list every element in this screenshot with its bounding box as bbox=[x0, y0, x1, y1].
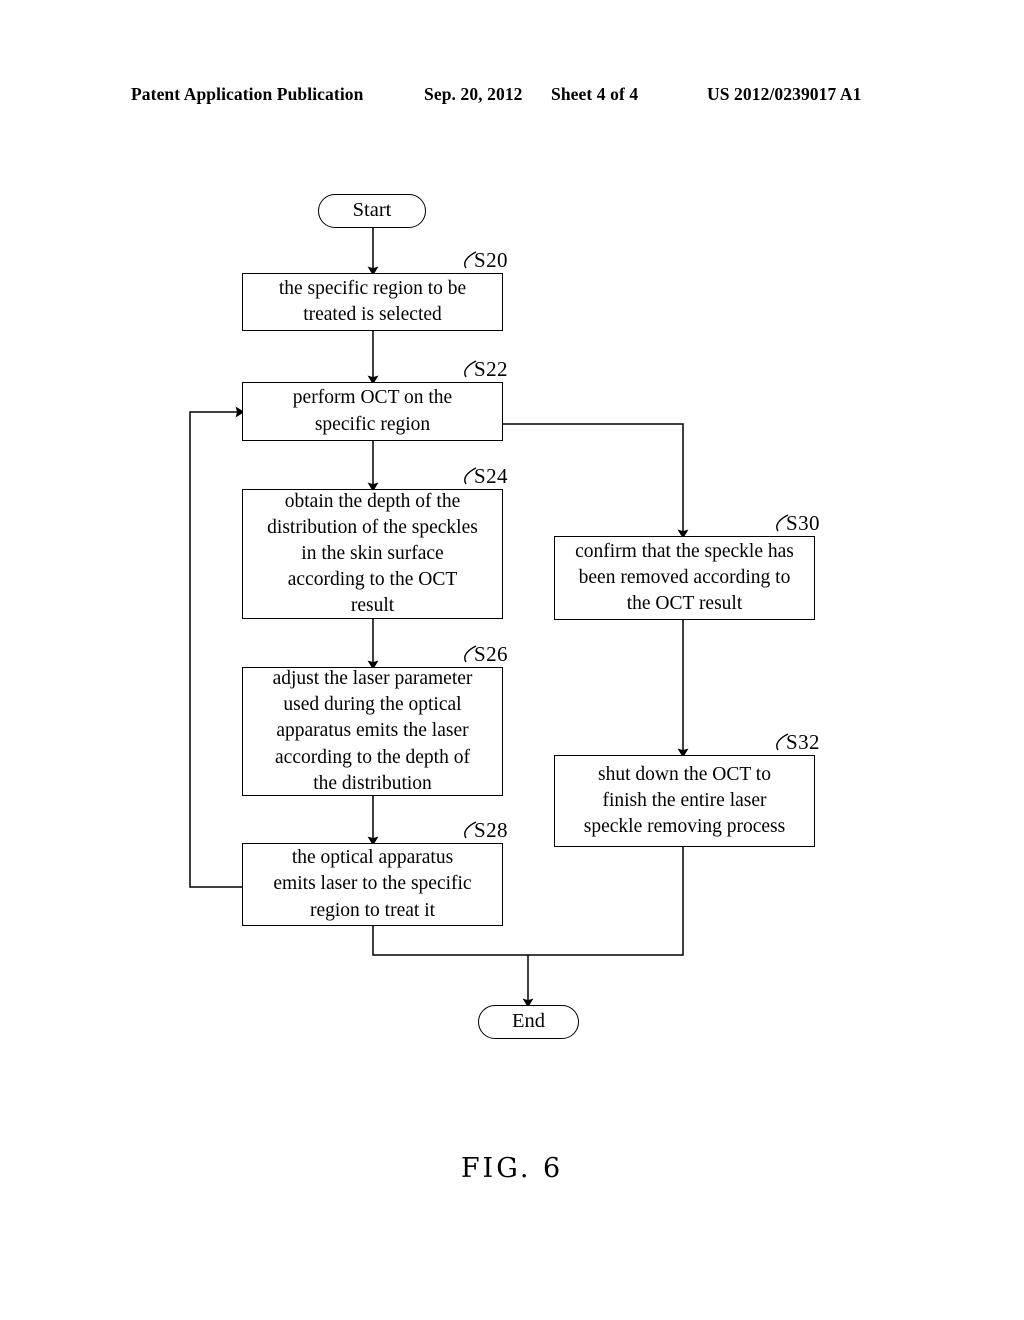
connector-s22-to-s30 bbox=[503, 423, 689, 539]
flow-node-s22[interactable]: perform OCT on the specific region bbox=[242, 382, 503, 441]
flow-node-s24-label: obtain the depth of the distribution of … bbox=[267, 490, 478, 617]
flow-node-start[interactable]: Start bbox=[318, 194, 426, 228]
flow-node-s32[interactable]: shut down the OCT to finish the entire l… bbox=[554, 755, 815, 847]
flow-node-end[interactable]: End bbox=[478, 1005, 579, 1039]
step-label-s30: S30 bbox=[786, 511, 820, 535]
step-label-s32: S32 bbox=[786, 730, 820, 754]
flow-node-s26-label: adjust the laser parameter used during t… bbox=[272, 668, 473, 794]
step-label-s26: S26 bbox=[474, 642, 508, 666]
flow-node-s28[interactable]: the optical apparatus emits laser to the… bbox=[242, 843, 503, 926]
step-label-s22: S22 bbox=[474, 357, 508, 381]
flow-node-s22-label: perform OCT on the specific region bbox=[292, 387, 453, 435]
flowchart-connectors bbox=[189, 228, 789, 1008]
flow-node-s20[interactable]: the specific region to be treated is sel… bbox=[242, 273, 503, 331]
step-label-s28: S28 bbox=[474, 818, 508, 842]
step-label-s20: S20 bbox=[474, 248, 508, 272]
flow-node-s26[interactable]: adjust the laser parameter used during t… bbox=[242, 667, 503, 796]
flow-node-s30-label: confirm that the speckle has been remove… bbox=[575, 540, 794, 615]
connector-s28-to-merge bbox=[372, 926, 528, 956]
flow-node-s24[interactable]: obtain the depth of the distribution of … bbox=[242, 489, 503, 619]
flow-node-s30[interactable]: confirm that the speckle has been remove… bbox=[554, 536, 815, 620]
flowchart-diagram: Start the specific region to be treated … bbox=[0, 0, 1024, 1320]
connector-s28-to-s22-feedback bbox=[189, 406, 245, 888]
connector-s32-to-merge bbox=[528, 847, 684, 956]
flow-node-s20-label: the specific region to be treated is sel… bbox=[278, 277, 467, 325]
figure-caption: FIG. 6 bbox=[460, 1153, 564, 1184]
flow-node-s32-label: shut down the OCT to finish the entire l… bbox=[583, 763, 786, 838]
flow-node-start-label: Start bbox=[352, 199, 392, 222]
flow-node-s28-label: the optical apparatus emits laser to the… bbox=[273, 847, 472, 921]
flow-node-end-label: End bbox=[511, 1010, 546, 1033]
step-label-s24: S24 bbox=[474, 464, 508, 488]
